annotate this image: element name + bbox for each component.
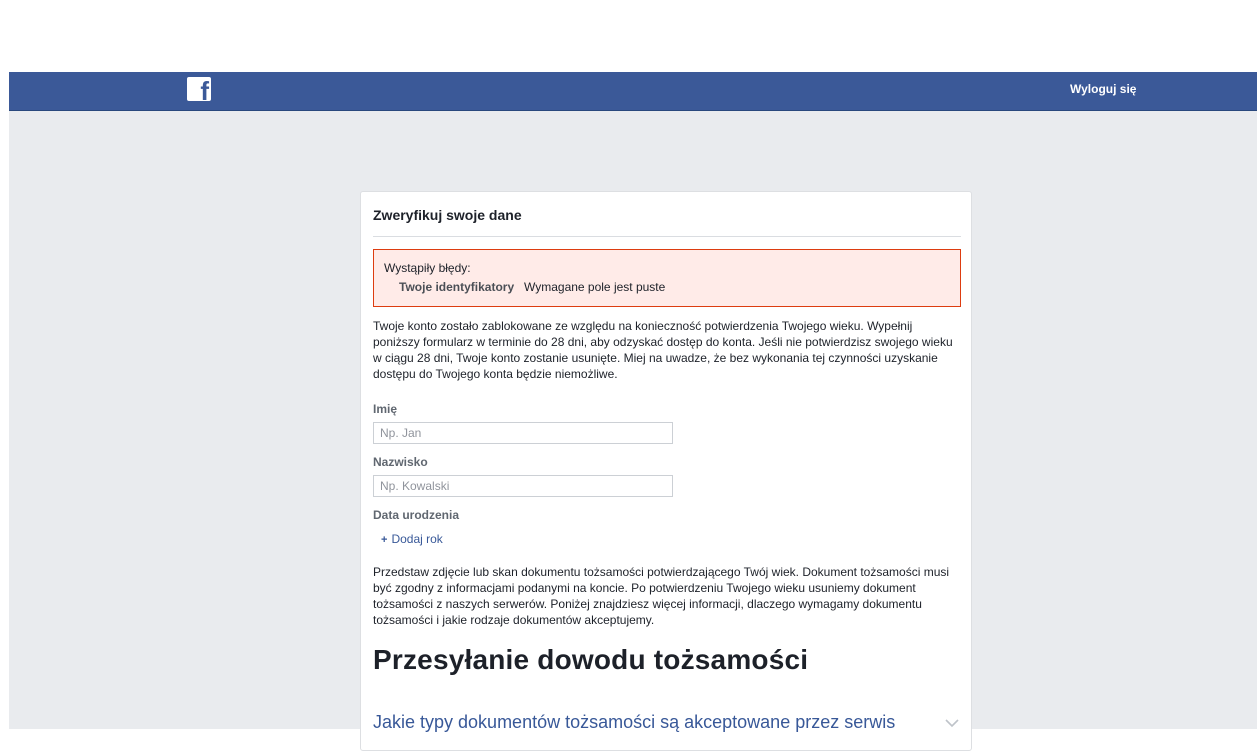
add-year-label: Dodaj rok (391, 532, 443, 546)
faq-accepted-documents-link[interactable]: Jakie typy dokumentów tożsamości są akce… (373, 712, 895, 733)
last-name-label: Nazwisko (373, 455, 428, 469)
error-heading: Wystąpiły błędy: (384, 261, 471, 275)
plus-icon: + (381, 534, 388, 546)
title-divider (373, 236, 961, 237)
first-name-label: Imię (373, 402, 398, 416)
verification-card: Zweryfikuj swoje dane Wystąpiły błędy: T… (360, 191, 972, 751)
add-year-link[interactable]: + Dodaj rok (381, 532, 443, 546)
facebook-logo-glyph: f (200, 77, 209, 101)
error-message: Wymagane pole jest puste (524, 280, 666, 294)
last-name-input[interactable] (373, 475, 673, 497)
error-box: Wystąpiły błędy: Twoje identyfikatory Wy… (373, 249, 961, 307)
logout-link[interactable]: Wyloguj się (1070, 82, 1136, 96)
error-field-name: Twoje identyfikatory (399, 280, 515, 294)
top-navigation-bar: f Wyloguj się (9, 72, 1257, 111)
card-title: Zweryfikuj swoje dane (373, 207, 522, 223)
birth-date-label: Data urodzenia (373, 508, 460, 522)
chevron-down-icon[interactable] (944, 717, 960, 729)
upload-heading: Przesyłanie dowodu tożsamości (373, 644, 809, 675)
facebook-logo-icon[interactable]: f (187, 77, 211, 101)
first-name-input[interactable] (373, 422, 673, 444)
id-info-paragraph: Przedstaw zdjęcie lub skan dokumentu toż… (373, 565, 950, 627)
intro-paragraph: Twoje konto zostało zablokowane ze wzglę… (373, 319, 953, 381)
